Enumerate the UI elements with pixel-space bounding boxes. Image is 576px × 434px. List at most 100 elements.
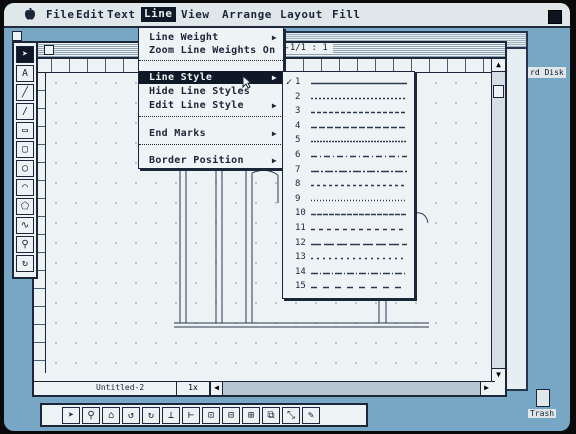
polygon-tool-icon[interactable]: ⬠ <box>16 198 34 215</box>
line-style-option[interactable]: 14 <box>283 266 414 280</box>
hide-line-styles-label: Hide Line Styles <box>149 86 251 97</box>
menu-layout[interactable]: Layout <box>280 8 323 21</box>
scroll-down-arrow-icon[interactable]: ▼ <box>492 368 505 381</box>
border-position-label: Border Position <box>149 155 244 166</box>
line-style-sample <box>311 82 407 85</box>
flip-horizontal-icon[interactable]: ⊢ <box>182 407 200 424</box>
line-style-number: 15 <box>295 281 306 292</box>
line-style-sample <box>311 272 407 274</box>
align-icon[interactable]: ⊞ <box>242 407 260 424</box>
line-style-option[interactable]: 10 <box>283 207 414 221</box>
vertical-scroll-thumb[interactable] <box>493 85 504 98</box>
line-tool-icon[interactable]: ╱ <box>16 84 34 101</box>
scroll-left-arrow-icon[interactable]: ◀ <box>210 382 222 395</box>
disk-label[interactable]: rd Disk <box>528 67 566 78</box>
line-style-sample <box>311 257 407 260</box>
menu-edit[interactable]: Edit <box>76 8 105 21</box>
menu-arrange[interactable]: Arrange <box>222 8 272 21</box>
end-marks-item[interactable]: End Marks ▶ <box>139 127 283 140</box>
menu-view[interactable]: View <box>181 8 210 21</box>
submenu-arrow-icon: ▶ <box>271 33 277 42</box>
horizontal-scroll-track[interactable] <box>222 382 480 395</box>
line-style-sample <box>311 111 407 114</box>
group-tool-icon[interactable]: ⚲ <box>82 407 100 424</box>
vertical-scrollbar[interactable]: ▲ ▼ <box>491 59 505 381</box>
line-style-option[interactable]: 6 <box>283 149 414 163</box>
send-back-icon[interactable]: ⊟ <box>222 407 240 424</box>
menu-bar: File Edit Text Line View Arrange Layout … <box>4 3 570 28</box>
line-style-option[interactable]: 11 <box>283 222 414 236</box>
menu-file[interactable]: File <box>46 8 75 21</box>
line-style-number: 6 <box>295 150 301 160</box>
apple-menu-icon[interactable] <box>24 8 36 21</box>
line-weight-label: Line Weight <box>149 32 219 43</box>
border-position-item[interactable]: Border Position ▶ <box>139 154 283 167</box>
menu-separator <box>139 144 283 145</box>
end-marks-label: End Marks <box>149 128 206 139</box>
trash-icon[interactable] <box>536 389 550 407</box>
flip-vertical-icon[interactable]: ⊥ <box>162 407 180 424</box>
text-tool-icon[interactable]: A <box>16 65 34 82</box>
menu-separator <box>139 116 283 117</box>
status-icon <box>548 10 562 24</box>
line-style-number: 3 <box>295 106 301 117</box>
rounded-rectangle-tool-icon[interactable]: ▢ <box>16 141 34 158</box>
line-style-option[interactable]: ✓ 1 <box>283 76 414 90</box>
tool-palette: ➤ A ╱ / ▭ ▢ ◯ ◠ ⬠ ∿ ⚲ ↻ <box>12 41 38 279</box>
menu-fill[interactable]: Fill <box>332 8 361 21</box>
palette-close-box[interactable] <box>12 31 22 41</box>
arrow-tool-icon[interactable]: ➤ <box>16 46 34 63</box>
submenu-arrow-icon: ▶ <box>271 156 277 165</box>
arc-tool-icon[interactable]: ◠ <box>16 179 34 196</box>
submenu-arrow-icon: ▶ <box>271 73 277 82</box>
edit-line-style-item[interactable]: Edit Line Style ▶ <box>139 99 283 112</box>
line-style-item[interactable]: Line Style ▶ <box>139 71 283 84</box>
perpendicular-line-tool-icon[interactable]: / <box>16 103 34 120</box>
zoom-level[interactable]: 1x <box>176 382 210 395</box>
pointer-tool-icon[interactable]: ➤ <box>62 407 80 424</box>
line-style-number: 8 <box>295 179 301 190</box>
scroll-up-arrow-icon[interactable]: ▲ <box>492 59 505 72</box>
trash[interactable]: Trash <box>528 389 558 425</box>
line-style-option[interactable]: 7 <box>283 164 414 178</box>
line-style-option[interactable]: 5 <box>283 134 414 148</box>
line-style-option[interactable]: 3 <box>283 105 414 119</box>
horizontal-scrollbar[interactable]: Untitled-2 1x ◀ ▶ <box>34 381 495 395</box>
reshape-icon[interactable]: ✎ <box>302 407 320 424</box>
line-style-option[interactable]: 2 <box>283 91 414 105</box>
line-style-option[interactable]: 13 <box>283 251 414 265</box>
filename-label: Untitled-2 <box>96 383 145 392</box>
line-style-number: 1 <box>295 77 301 87</box>
duplicate-icon[interactable]: ⧉ <box>262 407 280 424</box>
lock-tool-icon[interactable]: ⌂ <box>102 407 120 424</box>
close-box[interactable] <box>44 45 54 55</box>
zoom-tool-icon[interactable]: ⚲ <box>16 236 34 253</box>
oval-tool-icon[interactable]: ◯ <box>16 160 34 177</box>
line-style-sample <box>311 126 407 128</box>
line-weight-item[interactable]: Line Weight ▶ <box>139 31 283 44</box>
line-style-option[interactable]: 4 <box>283 120 414 134</box>
line-style-submenu: ✓ 1 2 3 4 5 6 7 8 9 10 11 12 13 14 15 <box>282 71 415 299</box>
zoom-line-weights-item[interactable]: Zoom Line Weights On <box>139 44 283 57</box>
scroll-right-arrow-icon[interactable]: ▶ <box>480 382 492 395</box>
menu-text[interactable]: Text <box>107 8 136 21</box>
line-style-sample <box>311 228 407 231</box>
checkmark-icon: ✓ <box>286 77 293 88</box>
hide-line-styles-item[interactable]: Hide Line Styles <box>139 85 283 98</box>
line-style-number: 9 <box>295 193 301 204</box>
line-style-option[interactable]: 8 <box>283 178 414 192</box>
rectangle-tool-icon[interactable]: ▭ <box>16 122 34 139</box>
submenu-arrow-icon: ▶ <box>271 101 277 110</box>
line-menu: Line Weight ▶ Zoom Line Weights On Line S… <box>138 27 284 169</box>
line-style-option[interactable]: 12 <box>283 237 414 251</box>
line-style-number: 5 <box>295 135 301 146</box>
freehand-tool-icon[interactable]: ∿ <box>16 217 34 234</box>
bring-forward-icon[interactable]: ⊡ <box>202 407 220 424</box>
rotate-left-icon[interactable]: ↺ <box>122 407 140 424</box>
line-style-option[interactable]: 15 <box>283 280 414 294</box>
rotate-right-icon[interactable]: ↻ <box>142 407 160 424</box>
menu-line[interactable]: Line <box>141 7 176 22</box>
scale-icon[interactable]: ⤡ <box>282 407 300 424</box>
line-style-option[interactable]: 9 <box>283 193 414 207</box>
rotate-tool-icon[interactable]: ↻ <box>16 255 34 272</box>
